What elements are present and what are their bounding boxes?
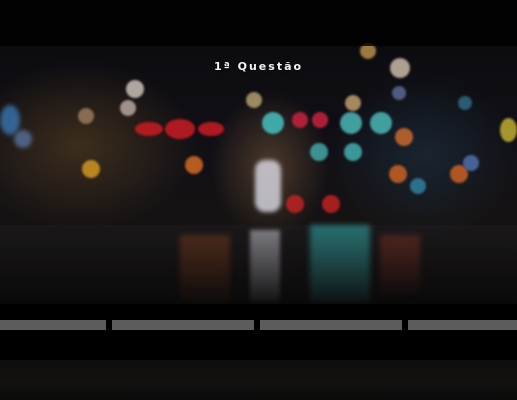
progress-segment-1 <box>0 320 106 330</box>
bottom-reflection-strip <box>0 360 517 400</box>
question-progress-bar <box>0 320 517 330</box>
question-title: 1ª Questão <box>213 60 304 73</box>
image-dim-overlay <box>0 46 517 304</box>
bottom-overlay-band <box>0 304 517 360</box>
top-overlay-band <box>0 0 517 46</box>
progress-segment-2 <box>112 320 254 330</box>
progress-segment-4 <box>408 320 517 330</box>
progress-segment-3 <box>260 320 402 330</box>
